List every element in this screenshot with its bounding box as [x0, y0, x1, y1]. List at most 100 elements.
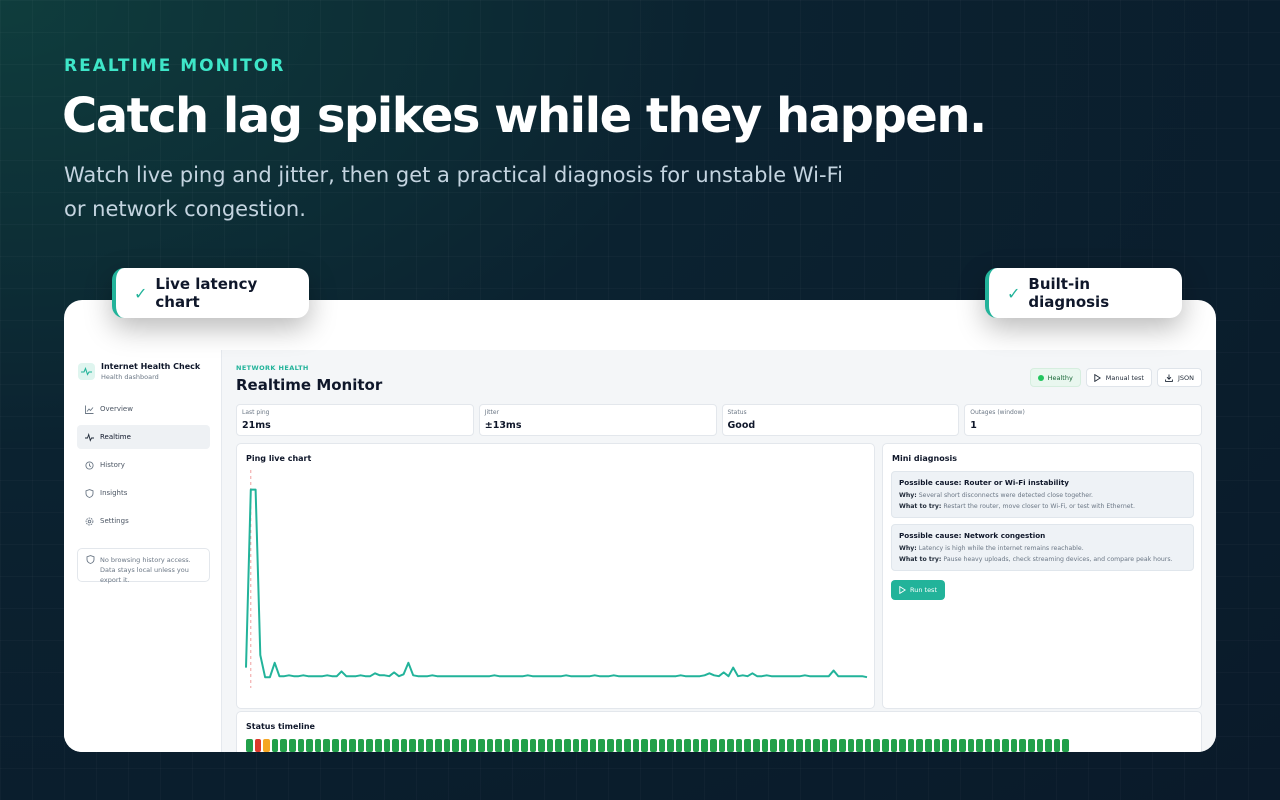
try-label: What to try:	[899, 556, 942, 563]
json-label: JSON	[1177, 373, 1194, 382]
timeline-bar	[838, 739, 846, 752]
sidebar-item-realtime[interactable]: Realtime	[77, 425, 210, 449]
timeline-bar	[297, 739, 305, 752]
status-badge: Healthy	[1029, 368, 1081, 387]
timeline-bar	[1010, 739, 1018, 752]
timeline-bar	[323, 739, 330, 752]
timeline-bar	[357, 739, 365, 752]
privacy-note-text: No browsing history access. Data stays l…	[100, 556, 191, 584]
try-text: Pause heavy uploads, check streaming dev…	[943, 556, 1173, 563]
timeline-bar	[426, 739, 434, 752]
feature-badge-label: Live latency chart	[155, 275, 258, 311]
sidebar-item-insights[interactable]: Insights	[77, 481, 210, 505]
timeline-bar	[667, 739, 674, 752]
ping-line-chart	[245, 470, 868, 688]
timeline-bar	[942, 739, 949, 752]
gear-icon	[85, 517, 94, 525]
timeline-bar	[1002, 739, 1009, 752]
shield-icon	[86, 555, 95, 564]
timeline-bar	[770, 739, 777, 752]
timeline-bar	[606, 739, 614, 752]
timeline-bar	[581, 739, 588, 752]
timeline-bar	[804, 739, 812, 752]
hero-subhead: Watch live ping and jitter, then get a p…	[64, 163, 843, 221]
sidebar-nav: Overview Realtime History Insights Setti…	[77, 397, 210, 537]
timeline-bar	[864, 739, 872, 752]
timeline-bars	[246, 739, 1069, 752]
page-title: Realtime Monitor	[236, 376, 383, 394]
stat-value: 21ms	[242, 420, 271, 431]
pulse-icon	[85, 432, 94, 442]
timeline-bar	[821, 739, 829, 752]
timeline-bar	[1062, 739, 1069, 752]
check-icon: ✓	[134, 283, 148, 303]
export-json-button[interactable]: JSON	[1156, 368, 1202, 387]
timeline-bar	[753, 739, 760, 752]
timeline-bar	[890, 739, 898, 752]
timeline-bar	[856, 739, 863, 752]
timeline-bar	[280, 739, 287, 752]
timeline-bar	[452, 739, 459, 752]
timeline-bar	[331, 739, 339, 752]
manual-test-label: Manual test	[1105, 373, 1144, 382]
timeline-bar	[675, 739, 683, 752]
timeline-bar	[392, 739, 399, 752]
timeline-bar	[615, 739, 623, 752]
stat-status: Status Good	[721, 404, 960, 436]
pulse-icon	[78, 363, 95, 380]
sidebar-item-overview[interactable]: Overview	[77, 397, 210, 421]
timeline-bar	[366, 739, 373, 752]
timeline-bar	[383, 739, 391, 752]
sidebar-item-label: Settings	[100, 517, 129, 525]
timeline-bar	[907, 739, 915, 752]
timeline-bar	[796, 739, 803, 752]
main-content: NETWORK HEALTH Realtime Monitor Healthy …	[236, 350, 1202, 752]
timeline-bar	[263, 739, 270, 752]
timeline-bar	[1036, 739, 1044, 752]
brand-subtitle: Health dashboard	[101, 373, 159, 381]
stat-label: Last ping	[242, 409, 270, 416]
timeline-bar	[624, 739, 631, 752]
play-icon	[1094, 373, 1101, 382]
timeline-bar	[658, 739, 666, 752]
timeline-bar	[460, 739, 468, 752]
timeline-title: Status timeline	[246, 722, 315, 731]
timeline-bar	[478, 739, 485, 752]
stat-value: Good	[727, 420, 756, 431]
ping-chart-card: Ping live chart	[236, 443, 875, 709]
diagnosis-item-title: Possible cause: Network congestion	[899, 531, 1046, 540]
manual-test-button[interactable]: Manual test	[1085, 368, 1152, 387]
timeline-bar	[288, 739, 296, 752]
timeline-bar	[985, 739, 992, 752]
timeline-bar	[744, 739, 752, 752]
diagnosis-item-title: Possible cause: Router or Wi-Fi instabil…	[899, 478, 1069, 487]
why-label: Why:	[899, 545, 917, 552]
download-icon	[1165, 374, 1173, 382]
diagnosis-card: Mini diagnosis Possible cause: Router or…	[882, 443, 1202, 709]
app-window: Internet Health Check Health dashboard O…	[64, 350, 1216, 752]
timeline-bar	[435, 739, 442, 752]
status-dot-icon	[1037, 374, 1044, 381]
timeline-bar	[967, 739, 975, 752]
timeline-bar	[572, 739, 580, 752]
timeline-bar	[443, 739, 451, 752]
timeline-bar	[761, 739, 769, 752]
why-text: Latency is high while the internet remai…	[918, 545, 1084, 552]
timeline-bar	[538, 739, 545, 752]
timeline-bar	[512, 739, 519, 752]
stat-label: Outages (window)	[970, 409, 1025, 416]
timeline-bar	[314, 739, 322, 752]
timeline-bar	[959, 739, 966, 752]
brand-title: Internet Health Check	[101, 362, 201, 371]
sidebar-item-history[interactable]: History	[77, 453, 210, 477]
sidebar-item-settings[interactable]: Settings	[77, 509, 210, 533]
diagnosis-title: Mini diagnosis	[892, 454, 957, 463]
feature-badge-diagnosis: ✓ Built-in diagnosis	[985, 268, 1182, 318]
timeline-bar	[495, 739, 502, 752]
timeline-bar	[641, 739, 648, 752]
timeline-bar	[589, 739, 597, 752]
run-test-button[interactable]: Run test	[891, 580, 945, 600]
stats-row: Last ping 21ms Jitter ±13ms Status Good …	[236, 404, 1202, 436]
timeline-bar	[649, 739, 657, 752]
stat-value: 1	[970, 420, 977, 431]
